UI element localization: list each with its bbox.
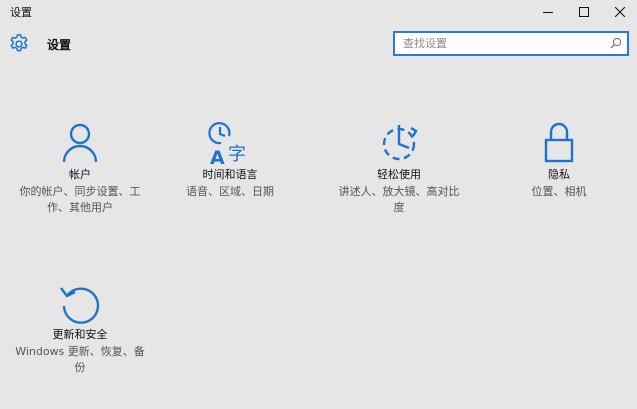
svg-text:A: A (210, 147, 225, 166)
tile-description: Windows 更新、恢复、备份 (15, 345, 145, 374)
tile-title: 更新和安全 (52, 328, 108, 341)
tile-time-language[interactable]: A 字 时间和语言 语音、区域、日期 (160, 120, 300, 200)
close-icon (615, 7, 625, 17)
window-title: 设置 (10, 6, 32, 19)
tile-update-security[interactable]: 更新和安全 Windows 更新、恢复、备份 (10, 280, 150, 376)
person-icon (62, 123, 98, 163)
tile-title: 帐户 (69, 168, 91, 181)
tile-accounts[interactable]: 帐户 你的帐户、同步设置、工作、其他用户 (10, 120, 150, 216)
time-language-icon: A 字 (208, 122, 246, 166)
minimize-button[interactable] (530, 0, 566, 24)
lock-icon (544, 122, 574, 163)
update-refresh-icon (60, 287, 100, 324)
search-box[interactable] (393, 31, 629, 56)
tile-privacy[interactable]: 隐私 位置、相机 (489, 120, 629, 200)
title-bar: 设置 (0, 0, 637, 24)
svg-text:字: 字 (228, 144, 246, 165)
tile-ease-of-access[interactable]: 轻松使用 讲述人、放大镜、高对比度 (329, 120, 469, 216)
tile-description: 讲述人、放大镜、高对比度 (338, 185, 460, 214)
maximize-button[interactable] (566, 0, 602, 24)
search-input[interactable] (395, 33, 613, 54)
tile-title: 时间和语言 (202, 168, 258, 181)
search-icon[interactable] (610, 37, 622, 49)
close-button[interactable] (602, 0, 637, 24)
tile-description: 你的帐户、同步设置、工作、其他用户 (19, 185, 141, 214)
gear-icon (10, 34, 28, 52)
tile-description: 位置、相机 (531, 185, 587, 198)
tile-title: 轻松使用 (377, 168, 421, 181)
ease-of-access-icon (382, 125, 418, 161)
tile-title: 隐私 (548, 168, 570, 181)
tile-description: 语音、区域、日期 (186, 185, 274, 198)
maximize-icon (579, 7, 589, 17)
page-title: 设置 (47, 38, 72, 52)
minimize-icon (543, 12, 553, 13)
settings-window: 设置 设置 查找设置 帐户 你的帐户、同步设置、工作、其他用户 A 字 时间和语… (0, 0, 637, 409)
